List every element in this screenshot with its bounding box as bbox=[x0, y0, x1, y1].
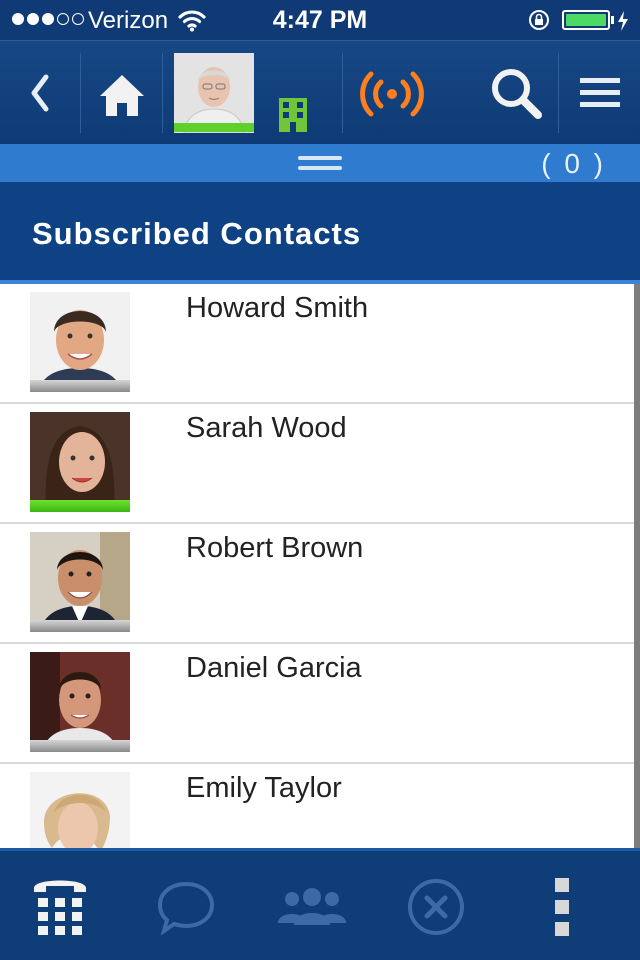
chevron-left-icon bbox=[31, 74, 49, 112]
toolbar-divider bbox=[342, 53, 343, 133]
battery-icon bbox=[562, 10, 610, 30]
battery-tip bbox=[611, 16, 614, 24]
signal-strength-icon bbox=[12, 13, 84, 25]
status-bar: Verizon 4:47 PM bbox=[0, 0, 640, 40]
contact-name: Howard Smith bbox=[186, 292, 369, 324]
contact-name: Daniel Garcia bbox=[186, 652, 362, 684]
carrier-name: Verizon bbox=[88, 7, 169, 34]
cancel-button[interactable] bbox=[396, 869, 476, 945]
page-title: Subscribed Contacts bbox=[32, 216, 362, 251]
contact-row[interactable]: Robert Brown bbox=[0, 524, 634, 644]
broadcast-icon bbox=[360, 71, 424, 117]
close-circle-icon bbox=[408, 879, 464, 935]
contact-name: Sarah Wood bbox=[186, 412, 347, 444]
broadcast-button[interactable] bbox=[356, 65, 428, 123]
home-icon bbox=[100, 75, 144, 116]
building-icon[interactable] bbox=[278, 97, 308, 133]
top-toolbar bbox=[0, 40, 640, 144]
toolbar-divider bbox=[162, 53, 163, 133]
search-icon bbox=[492, 69, 542, 119]
wifi-icon bbox=[178, 10, 206, 32]
chat-bubble-icon bbox=[157, 881, 215, 935]
contacts-list[interactable]: Howard Smith Sarah Wood Robert Brown Dan… bbox=[0, 284, 634, 848]
dialpad-icon bbox=[34, 880, 86, 935]
contact-row[interactable]: Emily Taylor bbox=[0, 764, 634, 848]
vertical-dots-icon bbox=[555, 878, 569, 936]
drag-handle-icon[interactable] bbox=[298, 152, 342, 174]
toolbar-divider bbox=[558, 53, 559, 133]
contact-row[interactable]: Sarah Wood bbox=[0, 404, 634, 524]
contact-name: Emily Taylor bbox=[186, 772, 342, 804]
bottom-tab-bar bbox=[0, 848, 640, 960]
presence-indicator bbox=[30, 500, 130, 512]
contact-avatar bbox=[30, 412, 130, 512]
presence-indicator bbox=[30, 380, 130, 392]
notification-strip[interactable]: ( 0 ) bbox=[0, 144, 640, 182]
elderly-man-photo bbox=[174, 53, 254, 133]
search-button[interactable] bbox=[486, 63, 546, 123]
group-contacts-icon bbox=[278, 888, 346, 925]
presence-indicator bbox=[30, 740, 130, 752]
presence-indicator bbox=[174, 123, 254, 132]
dialpad-button[interactable] bbox=[20, 869, 100, 945]
presence-indicator bbox=[30, 620, 130, 632]
hamburger-menu-icon bbox=[580, 78, 620, 107]
contacts-button[interactable] bbox=[272, 869, 352, 945]
contact-name: Robert Brown bbox=[186, 532, 364, 564]
charging-icon bbox=[618, 11, 628, 31]
contact-avatar bbox=[30, 292, 130, 392]
menu-button[interactable] bbox=[574, 67, 626, 119]
my-profile-avatar[interactable] bbox=[174, 53, 254, 133]
chat-button[interactable] bbox=[146, 869, 226, 945]
more-options-button[interactable] bbox=[522, 869, 602, 945]
toolbar-divider bbox=[80, 53, 81, 133]
contact-avatar bbox=[30, 532, 130, 632]
back-button[interactable] bbox=[16, 63, 64, 123]
contact-avatar bbox=[30, 652, 130, 752]
contact-avatar bbox=[30, 772, 130, 848]
section-header: Subscribed Contacts bbox=[0, 182, 640, 280]
rotation-lock-icon bbox=[529, 10, 549, 30]
contact-row[interactable]: Daniel Garcia bbox=[0, 644, 634, 764]
scrollbar[interactable] bbox=[634, 284, 640, 848]
contact-row[interactable]: Howard Smith bbox=[0, 284, 634, 404]
home-button[interactable] bbox=[92, 67, 152, 123]
notification-count: ( 0 ) bbox=[541, 148, 606, 179]
